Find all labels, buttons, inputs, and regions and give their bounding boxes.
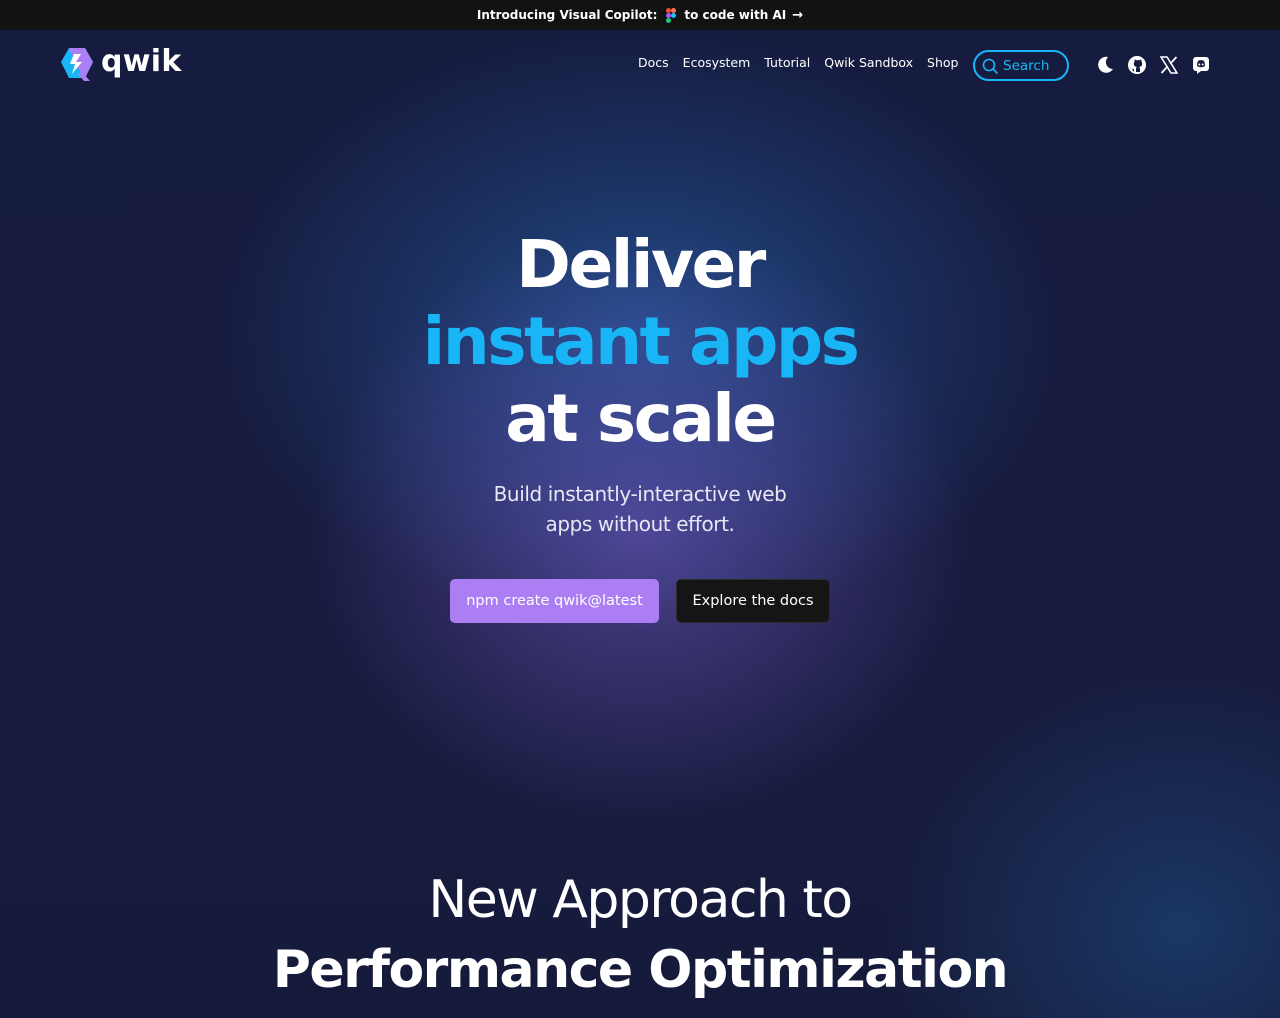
nav-docs[interactable]: Docs	[638, 55, 669, 70]
nav-qwik-sandbox[interactable]: Qwik Sandbox	[824, 55, 913, 70]
header-icons	[1094, 54, 1222, 76]
figma-icon	[666, 7, 677, 23]
performance-section-heading: New Approach to Performance Optimization	[0, 866, 1280, 1006]
x-icon[interactable]	[1158, 54, 1180, 76]
section-heading-line-1: New Approach to	[428, 870, 853, 930]
announcement-bar[interactable]: Introducing Visual Copilot: to code with…	[0, 0, 1280, 30]
hero-cta-group: npm create qwik@latest Explore the docs	[0, 579, 1280, 623]
hero: Deliver instant apps at scale Build inst…	[0, 226, 1280, 539]
search-label: Search	[1003, 57, 1050, 74]
hero-line-1: Deliver	[516, 226, 766, 303]
nav-shop[interactable]: Shop	[927, 55, 958, 70]
section-heading-line-2: Performance Optimization	[272, 940, 1009, 1000]
logo-text: qwik	[101, 43, 182, 79]
hero-subtitle-line-1: Build instantly-interactive web	[493, 482, 787, 506]
announcement-prefix: Introducing Visual Copilot:	[476, 8, 658, 22]
discord-icon[interactable]	[1190, 54, 1212, 76]
hero-subtitle: Build instantly-interactive web apps wit…	[0, 479, 1280, 539]
hero-heading: Deliver instant apps at scale	[0, 226, 1280, 457]
qwik-logo-icon	[60, 46, 94, 82]
arrow-right-icon: →	[792, 7, 804, 23]
hero-line-2: instant apps	[422, 303, 860, 380]
announcement-suffix: to code with AI	[684, 8, 787, 22]
hero-line-3: at scale	[505, 380, 777, 457]
npm-create-button[interactable]: npm create qwik@latest	[450, 579, 659, 623]
moon-icon[interactable]	[1094, 54, 1116, 76]
nav-ecosystem[interactable]: Ecosystem	[683, 55, 751, 70]
explore-docs-button[interactable]: Explore the docs	[676, 579, 830, 623]
github-icon[interactable]	[1126, 54, 1148, 76]
qwik-logo[interactable]: qwik	[60, 43, 182, 82]
search-icon	[982, 58, 998, 74]
nav-tutorial[interactable]: Tutorial	[764, 55, 810, 70]
hero-subtitle-line-2: apps without effort.	[545, 512, 735, 536]
main-nav: Docs Ecosystem Tutorial Qwik Sandbox Sho…	[638, 55, 973, 70]
search-button[interactable]: Search	[973, 50, 1069, 81]
